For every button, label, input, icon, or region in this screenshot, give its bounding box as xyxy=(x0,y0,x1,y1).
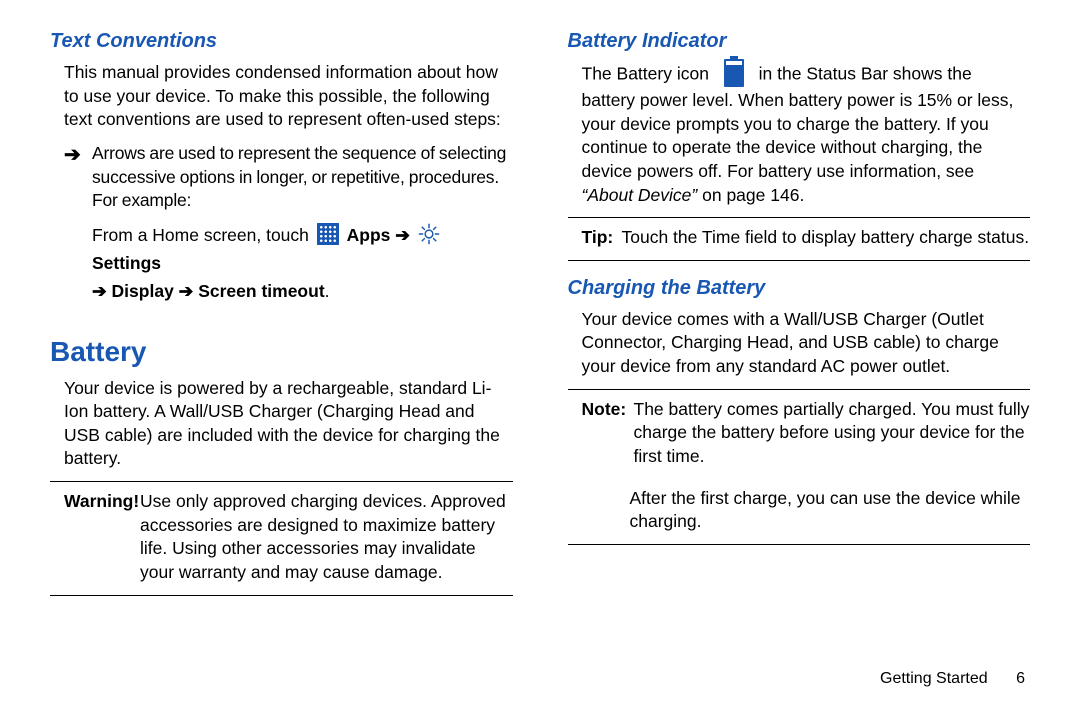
note-block: Note: The battery comes partially charge… xyxy=(582,398,1031,469)
divider xyxy=(50,595,513,596)
divider xyxy=(568,544,1031,545)
apps-label: Apps xyxy=(347,225,391,245)
heading-battery-indicator: Battery Indicator xyxy=(568,28,1031,55)
bi-prefix: The Battery icon xyxy=(582,64,714,84)
warning-block: Warning! Use only approved charging devi… xyxy=(64,490,513,585)
example-sequence: From a Home screen, touch Apps ➔ xyxy=(92,221,513,305)
tip-text: Touch the Time field to display battery … xyxy=(622,226,1031,250)
divider xyxy=(568,217,1031,218)
tip-block: Tip: Touch the Time field to display bat… xyxy=(582,226,1031,250)
settings-gear-icon xyxy=(418,223,440,245)
display-label: Display xyxy=(112,281,174,301)
arrow-bullet-icon: ➔ xyxy=(64,142,92,213)
example-prefix: From a Home screen, touch xyxy=(92,225,314,245)
text-conventions-paragraph: This manual provides condensed informati… xyxy=(64,61,513,132)
note-label: Note: xyxy=(582,398,634,469)
warning-label: Warning! xyxy=(64,490,140,585)
arrow-icon: ➔ xyxy=(92,281,107,301)
period: . xyxy=(325,281,330,301)
arrow-icon: ➔ xyxy=(179,281,194,301)
bi-suffix: on page 146. xyxy=(702,185,804,205)
heading-charging-battery: Charging the Battery xyxy=(568,275,1031,302)
page-number: 6 xyxy=(1016,670,1025,687)
heading-battery: Battery xyxy=(50,333,513,371)
battery-indicator-paragraph: The Battery icon in the Status Bar shows… xyxy=(582,61,1031,207)
divider xyxy=(568,389,1031,390)
heading-text-conventions: Text Conventions xyxy=(50,28,513,55)
divider xyxy=(568,260,1031,261)
apps-grid-icon xyxy=(317,223,339,245)
arrow-icon: ➔ xyxy=(395,225,410,245)
warning-text: Use only approved charging devices. Appr… xyxy=(140,490,513,585)
charging-paragraph: Your device comes with a Wall/USB Charge… xyxy=(582,308,1031,379)
tip-label: Tip: xyxy=(582,226,622,250)
divider xyxy=(50,481,513,482)
note-text: The battery comes partially charged. You… xyxy=(634,398,1031,469)
screen-timeout-label: Screen timeout xyxy=(198,281,324,301)
after-first-charge-text: After the first charge, you can use the … xyxy=(630,487,1031,534)
right-column: Battery Indicator The Battery icon in th… xyxy=(568,28,1031,604)
about-device-reference: “About Device” xyxy=(582,185,698,205)
arrow-bullet-text: Arrows are used to represent the sequenc… xyxy=(92,142,513,213)
battery-icon xyxy=(724,59,744,87)
section-name: Getting Started xyxy=(880,670,988,687)
battery-paragraph: Your device is powered by a rechargeable… xyxy=(64,377,513,472)
left-column: Text Conventions This manual provides co… xyxy=(50,28,513,604)
page-footer: Getting Started 6 xyxy=(880,668,1025,690)
arrow-bullet-row: ➔ Arrows are used to represent the seque… xyxy=(64,142,513,213)
page-content: Text Conventions This manual provides co… xyxy=(0,0,1080,604)
settings-label: Settings xyxy=(92,253,161,273)
